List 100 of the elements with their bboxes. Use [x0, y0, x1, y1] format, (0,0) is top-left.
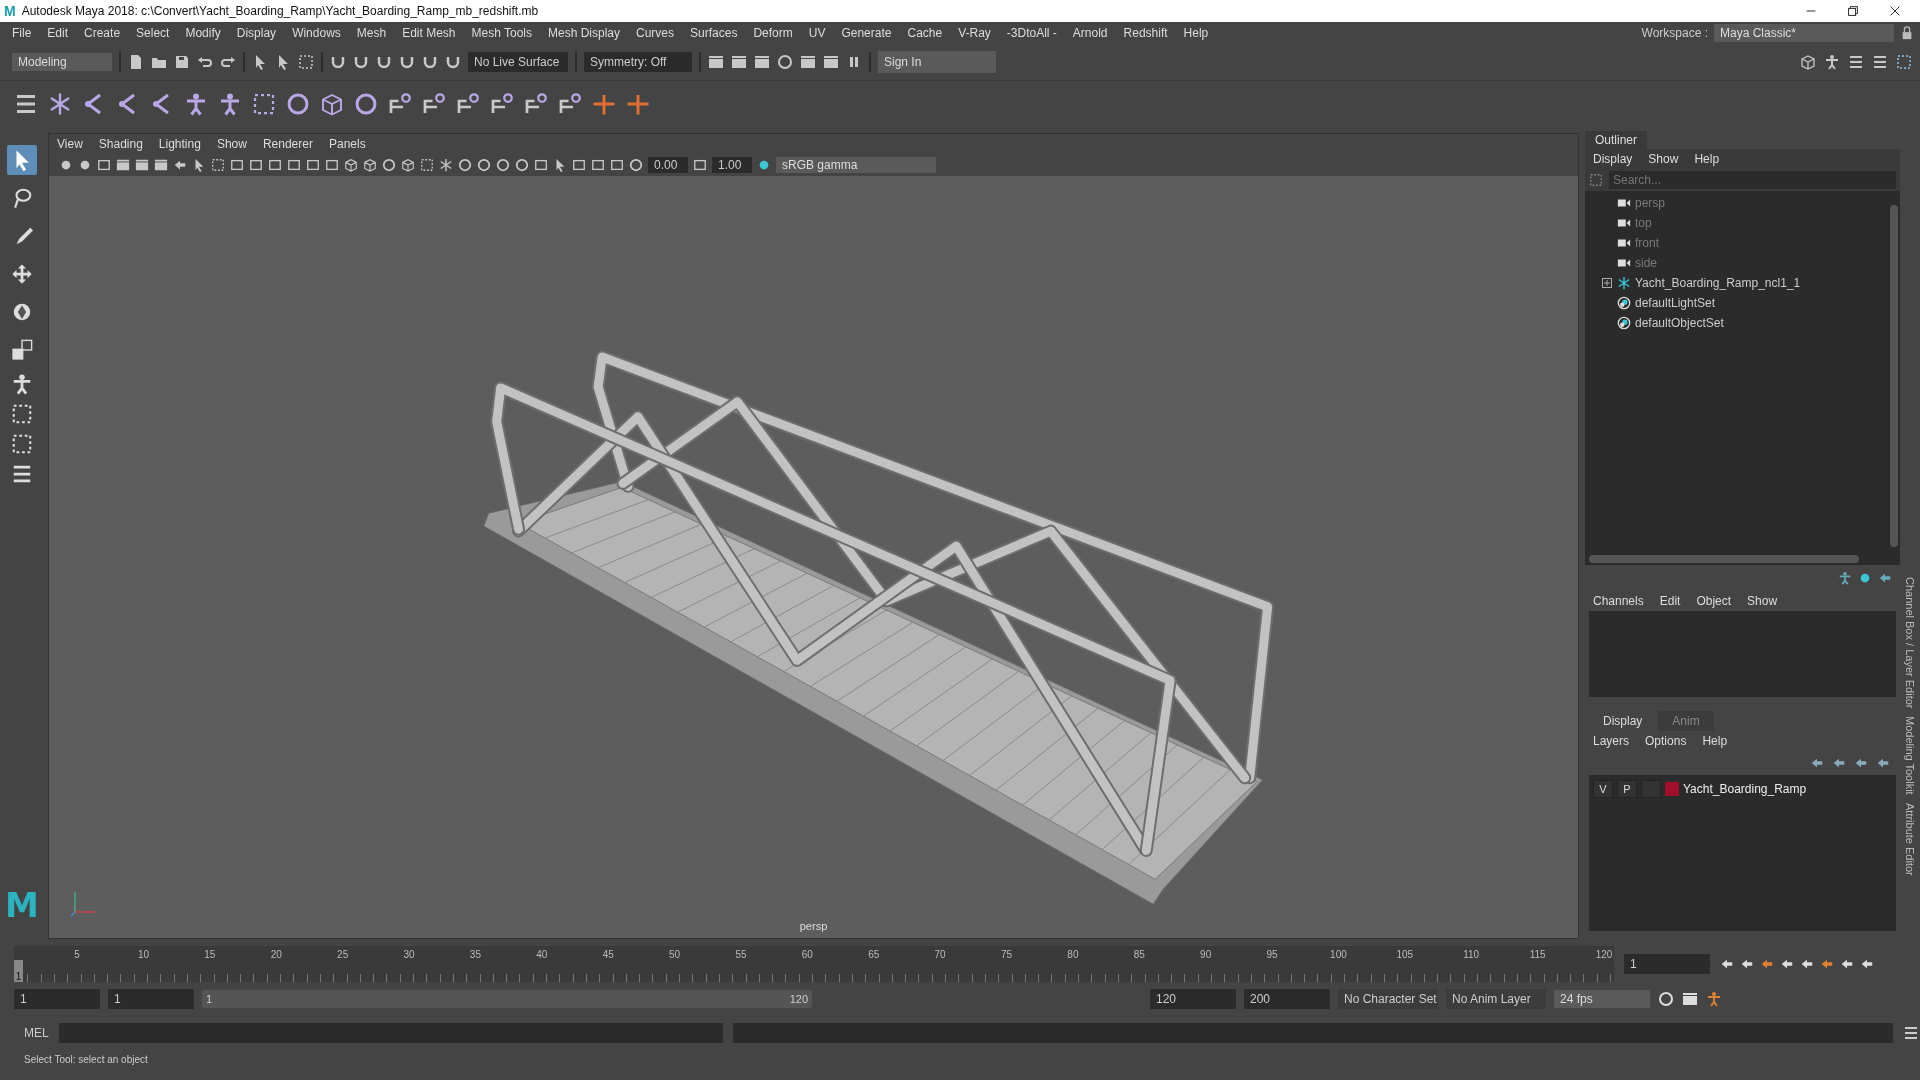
magnet-icon[interactable] [445, 54, 461, 70]
search-field[interactable]: Search... [1609, 171, 1896, 189]
outliner-item[interactable]: defaultObjectSet [1635, 316, 1724, 330]
square-icon[interactable] [306, 158, 320, 172]
command-language[interactable]: MEL [24, 1026, 49, 1040]
close-icon[interactable] [1888, 4, 1902, 18]
live-surface-field[interactable]: No Live Surface [468, 52, 568, 72]
square-icon[interactable] [610, 158, 624, 172]
current-frame-marker[interactable]: 1 [14, 960, 23, 982]
menu-item[interactable]: Show [208, 137, 255, 151]
color-space-dropdown[interactable]: sRGB gamma [776, 157, 936, 173]
clapper-icon[interactable] [800, 54, 816, 70]
menu-item[interactable]: Select [128, 26, 178, 40]
square-icon[interactable] [693, 158, 707, 172]
clapper-icon[interactable] [731, 54, 747, 70]
arrow-icon[interactable] [1876, 756, 1890, 770]
menu-item[interactable]: Cache [899, 26, 951, 40]
square-icon[interactable] [287, 158, 301, 172]
asterisk-icon[interactable] [48, 92, 72, 116]
clapper-icon[interactable] [154, 158, 168, 172]
fps-dropdown[interactable]: 24 fps [1554, 990, 1650, 1008]
layer-color-swatch[interactable] [1665, 782, 1679, 796]
menu-item[interactable]: Arnold [1064, 26, 1116, 40]
character-set-dropdown[interactable]: No Character Set [1338, 989, 1438, 1009]
magnet-icon[interactable] [399, 54, 415, 70]
clapper-icon[interactable] [708, 54, 724, 70]
outliner-item[interactable]: Yacht_Boarding_Ramp_ncl1_1 [1635, 276, 1801, 290]
menu-item[interactable]: Options [1637, 734, 1695, 748]
exposure-field[interactable]: 0.00 [648, 157, 688, 173]
circle-icon[interactable] [59, 158, 73, 172]
magnet-icon[interactable] [376, 54, 392, 70]
menu-item[interactable]: Panels [320, 137, 374, 151]
sphere-icon[interactable] [286, 92, 310, 116]
side-tab[interactable]: Modeling Toolkit [1904, 716, 1916, 796]
menu-item[interactable]: View [49, 137, 91, 151]
menu-item[interactable]: Renderer [254, 137, 321, 151]
playback-start-field[interactable]: 1 [108, 989, 194, 1009]
menu-item[interactable]: Redshift [1115, 26, 1176, 40]
start-frame-field[interactable]: 1 [14, 989, 100, 1009]
menu-item[interactable]: V-Ray [950, 26, 999, 40]
magnet-icon[interactable] [422, 54, 438, 70]
arrow-icon[interactable] [1878, 571, 1892, 585]
sphere-icon[interactable] [458, 158, 472, 172]
workspace-dropdown[interactable]: Maya Classic* [1714, 24, 1894, 42]
square-icon[interactable] [325, 158, 339, 172]
list-icon[interactable] [11, 463, 33, 485]
cube-icon[interactable] [1800, 54, 1816, 70]
circle-icon[interactable] [757, 158, 771, 172]
magnet-icon[interactable] [330, 54, 346, 70]
side-tab[interactable]: Attribute Editor [1904, 803, 1916, 876]
grid-icon[interactable] [1589, 173, 1603, 187]
figure-icon[interactable] [184, 92, 208, 116]
arrow-icon[interactable] [1760, 957, 1774, 971]
menu-item[interactable]: Help [1694, 734, 1736, 748]
menu-item[interactable]: Windows [284, 26, 349, 40]
cube-icon[interactable] [320, 92, 344, 116]
sphere-icon[interactable] [477, 158, 491, 172]
menu-item[interactable]: Create [76, 26, 129, 40]
menu-item[interactable]: UV [800, 26, 834, 40]
sign-in-button[interactable]: Sign In [878, 51, 996, 73]
menu-item[interactable]: Help [1175, 26, 1217, 40]
redo-icon[interactable] [220, 54, 236, 70]
menu-item[interactable]: Shading [90, 137, 151, 151]
clapper-icon[interactable] [1682, 991, 1698, 1007]
end-frame-field[interactable]: 200 [1244, 989, 1330, 1009]
current-frame-field[interactable]: 1 [1624, 954, 1710, 974]
visibility-toggle[interactable]: V [1593, 780, 1613, 798]
arrow-icon[interactable] [1740, 957, 1754, 971]
sphere-icon[interactable] [1658, 991, 1674, 1007]
arrow-icon[interactable] [1800, 957, 1814, 971]
menu-item[interactable]: Curves [628, 26, 683, 40]
sphere-icon[interactable] [629, 158, 643, 172]
restore-icon[interactable] [1846, 4, 1860, 18]
cube-icon[interactable] [401, 158, 415, 172]
grid-icon[interactable] [420, 158, 434, 172]
menu-item[interactable]: Deform [745, 26, 801, 40]
menu-item[interactable]: Display [228, 26, 285, 40]
menu-item[interactable]: Mesh [348, 26, 395, 40]
outliner-item[interactable]: defaultLightSet [1635, 296, 1716, 310]
grid-icon[interactable] [252, 92, 276, 116]
list-icon[interactable] [1902, 1025, 1919, 1041]
menu-item[interactable]: Mesh Tools [463, 26, 540, 40]
mode-dropdown[interactable]: Modeling [12, 53, 112, 71]
menu-item[interactable]: Show [1739, 594, 1786, 608]
menu-item[interactable]: Mesh Display [540, 26, 629, 40]
scrollbar[interactable] [1890, 205, 1898, 547]
square-icon[interactable] [249, 158, 263, 172]
list-icon[interactable] [14, 92, 38, 116]
grid-icon[interactable] [298, 54, 314, 70]
menu-item[interactable]: File [4, 26, 40, 40]
figure-icon[interactable] [1838, 571, 1852, 585]
menu-item[interactable]: Modify [177, 26, 229, 40]
menu-item[interactable]: Channels [1585, 594, 1652, 608]
square-icon[interactable] [534, 158, 548, 172]
sphere-icon[interactable] [496, 158, 510, 172]
sphere-icon[interactable] [354, 92, 378, 116]
menu-item[interactable]: Display [1585, 152, 1641, 166]
menu-item[interactable]: Help [1686, 152, 1728, 166]
menu-item[interactable]: Generate [833, 26, 900, 40]
sphere-icon[interactable] [777, 54, 793, 70]
